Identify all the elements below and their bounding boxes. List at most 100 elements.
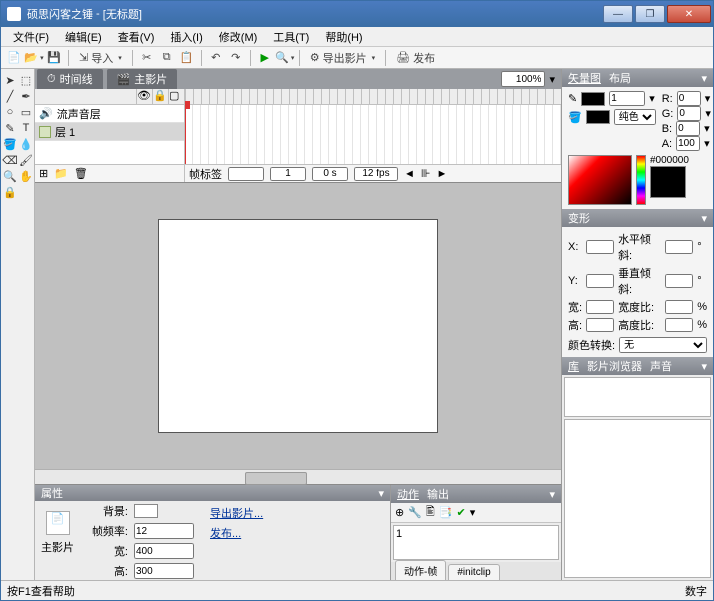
add-action-icon[interactable]: ⊕ xyxy=(395,506,404,519)
lock-tool[interactable]: 🔒 xyxy=(3,185,17,199)
eye-icon[interactable]: 👁 xyxy=(136,89,152,104)
redo-button[interactable]: ↷ xyxy=(227,49,245,67)
hand-tool[interactable]: ✋ xyxy=(19,169,33,183)
line-tool[interactable]: ╱ xyxy=(3,89,17,103)
oval-tool[interactable]: ○ xyxy=(3,105,17,119)
x-input[interactable] xyxy=(586,240,614,254)
transform-header[interactable]: 变形 xyxy=(568,210,590,226)
action-icon-4[interactable]: 📑 xyxy=(439,506,453,519)
hue-slider[interactable] xyxy=(636,155,646,205)
zoom-dropdown-icon[interactable]: ▾ xyxy=(549,73,555,86)
stroke-width[interactable] xyxy=(609,91,645,106)
menu-edit[interactable]: 编辑(E) xyxy=(57,27,110,47)
playhead[interactable] xyxy=(185,105,186,164)
h-input[interactable] xyxy=(586,318,614,332)
zoom-input[interactable] xyxy=(501,71,545,87)
actions-header[interactable]: 动作 xyxy=(397,486,419,502)
pen-tool[interactable]: ✒ xyxy=(19,89,33,103)
zoom-tool[interactable]: 🔍 xyxy=(3,169,17,183)
maximize-button[interactable]: ❐ xyxy=(635,5,665,23)
layout-header[interactable]: 布局 xyxy=(609,70,631,86)
layer-1[interactable]: 层 1 xyxy=(35,123,184,141)
fill-mode[interactable]: 纯色 xyxy=(614,109,656,125)
copy-button[interactable]: ⧉ xyxy=(158,49,176,67)
g-input[interactable] xyxy=(677,106,701,121)
menu-view[interactable]: 查看(V) xyxy=(110,27,163,47)
frames-area[interactable] xyxy=(185,105,561,164)
text-tool[interactable]: T xyxy=(19,121,33,135)
close-button[interactable]: ✕ xyxy=(667,5,711,23)
delete-layer-icon[interactable]: 🗑 xyxy=(74,167,88,180)
paste-button[interactable]: 📋 xyxy=(178,49,196,67)
color-field[interactable] xyxy=(568,155,632,205)
width-input[interactable] xyxy=(134,543,194,559)
action-tab-frame[interactable]: 动作-帧 xyxy=(395,560,446,580)
tab-main-movie[interactable]: 🎬 主影片 xyxy=(107,69,178,89)
wratio-input[interactable] xyxy=(665,300,693,314)
lock-col-icon[interactable]: 🔒 xyxy=(152,89,168,104)
menu-modify[interactable]: 修改(M) xyxy=(211,27,266,47)
y-input[interactable] xyxy=(586,274,614,288)
new-button[interactable]: 📄 xyxy=(5,49,23,67)
movie-browser-header[interactable]: 影片浏览器 xyxy=(587,358,642,374)
publish-button[interactable]: 🖨 发布 xyxy=(391,49,440,67)
library-list[interactable] xyxy=(564,419,711,578)
b-input[interactable] xyxy=(676,121,700,136)
brush-tool[interactable]: 🖌 xyxy=(19,153,33,167)
minimize-button[interactable]: — xyxy=(603,5,633,23)
tab-timeline[interactable]: ⏱ 时间线 xyxy=(37,69,103,89)
link-publish[interactable]: 发布... xyxy=(210,525,263,541)
bg-swatch[interactable] xyxy=(134,504,158,518)
outline-col-icon[interactable]: ▢ xyxy=(168,89,184,104)
action-tab-initclip[interactable]: #initclip xyxy=(448,564,499,580)
arrow-tool[interactable]: ➤ xyxy=(3,73,17,87)
play-button[interactable]: ▶ xyxy=(256,49,274,67)
rect-tool[interactable]: ▭ xyxy=(19,105,33,119)
stroke-swatch[interactable] xyxy=(581,92,605,106)
w-input[interactable] xyxy=(586,300,614,314)
action-icon-3[interactable]: 🖺 xyxy=(426,503,435,522)
colortrans-select[interactable]: 无 xyxy=(619,337,707,353)
hratio-input[interactable] xyxy=(665,318,693,332)
fps-input[interactable] xyxy=(134,523,194,539)
library-header[interactable]: 库 xyxy=(568,358,579,374)
props-header[interactable]: 属性 xyxy=(41,485,63,501)
add-folder-icon[interactable]: 📁 xyxy=(54,167,68,180)
cut-button[interactable]: ✂ xyxy=(138,49,156,67)
undo-button[interactable]: ↶ xyxy=(207,49,225,67)
layer-sound[interactable]: 🔊流声音层 xyxy=(35,105,184,123)
preview-button[interactable]: 🔍 xyxy=(276,49,294,67)
frame-ruler[interactable] xyxy=(185,89,561,105)
menu-tools[interactable]: 工具(T) xyxy=(265,27,317,47)
vskew-input[interactable] xyxy=(665,274,693,288)
subselect-tool[interactable]: ⬚ xyxy=(19,73,33,87)
stage[interactable] xyxy=(158,219,438,433)
height-input[interactable] xyxy=(134,563,194,579)
export-movie-button[interactable]: ⚙ 导出影片 xyxy=(305,49,380,67)
hskew-input[interactable] xyxy=(665,240,693,254)
r-input[interactable] xyxy=(677,91,701,106)
canvas-viewport[interactable] xyxy=(35,183,561,469)
fill-swatch[interactable] xyxy=(586,110,610,124)
action-list[interactable]: 1 xyxy=(393,525,559,560)
save-button[interactable]: 💾 xyxy=(45,49,63,67)
open-button[interactable]: 📂 xyxy=(25,49,43,67)
current-color[interactable] xyxy=(650,166,686,198)
output-header[interactable]: 输出 xyxy=(427,486,449,502)
action-icon-2[interactable]: 🔧 xyxy=(408,506,422,519)
dropper-tool[interactable]: 💧 xyxy=(19,137,33,151)
frame-label-input[interactable] xyxy=(228,167,264,181)
pencil-tool[interactable]: ✎ xyxy=(3,121,17,135)
import-button[interactable]: ⇲ 导入 xyxy=(74,49,127,67)
check-syntax-icon[interactable]: ✔ xyxy=(456,506,465,519)
h-scrollbar[interactable] xyxy=(35,469,561,484)
bucket-tool[interactable]: 🪣 xyxy=(3,137,17,151)
vector-header[interactable]: 矢量图 xyxy=(568,70,601,86)
a-input[interactable] xyxy=(676,136,700,151)
eraser-tool[interactable]: ⌫ xyxy=(3,153,17,167)
add-layer-icon[interactable]: ⊞ xyxy=(39,167,48,180)
menu-insert[interactable]: 插入(I) xyxy=(162,27,210,47)
menu-help[interactable]: 帮助(H) xyxy=(317,27,370,47)
sound-header[interactable]: 声音 xyxy=(650,358,672,374)
menu-file[interactable]: 文件(F) xyxy=(5,27,57,47)
